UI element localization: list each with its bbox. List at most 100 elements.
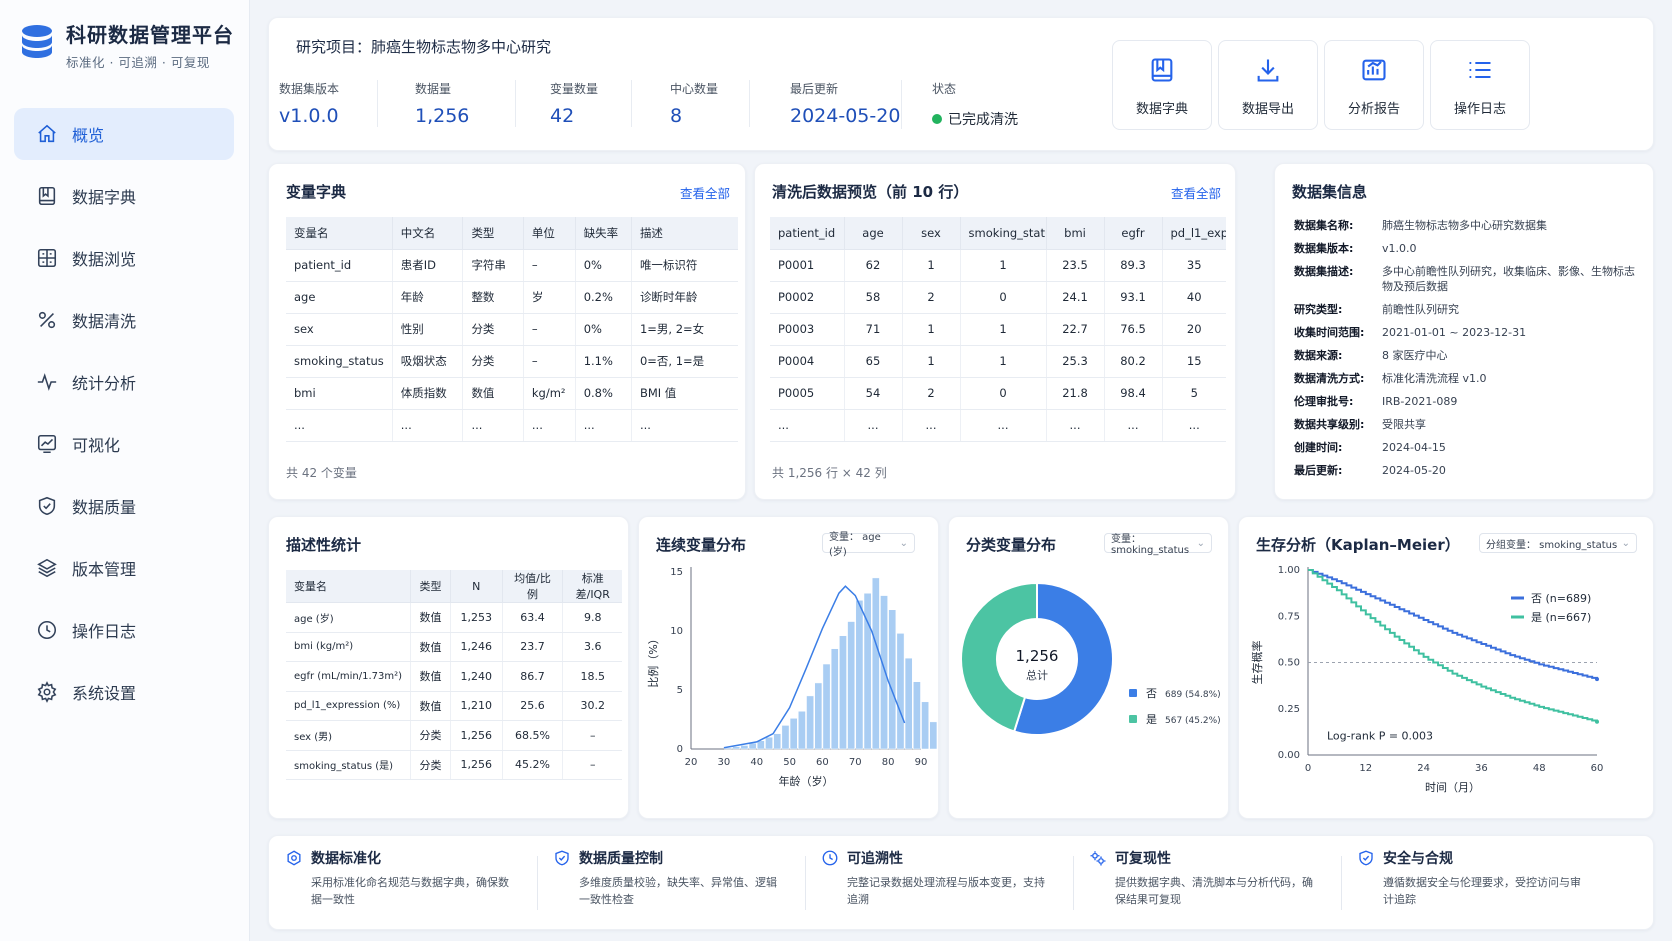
table-row[interactable]: P0005 54 2 0 21.8 98.4 5 [770,377,1226,410]
x-axis-label: 时间（月） [1425,781,1480,794]
table-row[interactable]: age 年龄 整数岁 0.2% 诊断时年龄 [286,281,738,314]
card-title: 数据集信息 [1292,183,1368,201]
donut-card: 分类变量分布 变量： smoking_status ⌄ 1,256 总计否 689 (… [948,516,1229,819]
table-row[interactable]: patient_id 患者ID 字符串 –0% 唯一标识符 [286,249,738,282]
table-cell: ... [902,409,961,442]
column-header[interactable]: 描述 [631,217,738,250]
metric-label: 中心数量 [670,82,719,96]
histogram-bar [756,740,765,750]
column-header[interactable]: age [844,217,903,250]
column-header[interactable]: bmi [1046,217,1105,250]
info-row: 收集时间范围: 2021-01-01 ~ 2023-12-31 [1294,325,1640,340]
table-row[interactable]: P0001 62 1 1 23.5 89.3 35 [770,249,1226,282]
table-cell: 字符串 [462,249,524,282]
column-header[interactable]: 变量名 [286,570,412,603]
column-header[interactable]: 中文名 [392,217,464,250]
column-header[interactable]: smoking_status [960,217,1047,250]
table-row[interactable]: sex 性别 分类 –0% 1=男, 2=女 [286,313,738,346]
variable-select[interactable]: 变量： smoking_status ⌄ [1104,533,1212,556]
column-header[interactable]: 类型 [462,217,524,250]
table-row[interactable]: P0002 58 2 0 24.1 93.1 40 [770,281,1226,314]
table-row[interactable]: P0003 71 1 1 22.7 76.5 20 [770,313,1226,346]
table-cell: 分类 [462,313,524,346]
chevron-down-icon: ⌄ [899,537,908,549]
sidebar-item-8[interactable]: 操作日志 [14,604,234,656]
info-key: 数据清洗方式: [1294,372,1365,385]
sidebar-item-3[interactable]: 数据清洗 [14,294,234,346]
table-cell: 1,256 [450,720,503,751]
table-cell: 分类 [410,720,451,751]
column-header[interactable]: 类型 [410,570,451,603]
action-button-1[interactable]: 数据导出 [1218,40,1318,130]
table-cell: 数值 [410,691,451,721]
column-header[interactable]: egfr [1104,217,1163,250]
sidebar-item-1[interactable]: 数据字典 [14,170,234,222]
table-row[interactable]: smoking_status 吸烟状态 分类 –1.1% 0=否, 1=是 [286,345,738,378]
table-cell: 整数 [462,281,524,314]
sidebar-item-label: 可视化 [72,436,121,455]
table-row[interactable]: egfr (mL/min/1.73m²) 数值 1,240 86.7 18.5 [286,661,622,692]
variable-select[interactable]: 变量： age (岁) ⌄ [822,532,915,558]
metric-centers: 中心数量 8 [631,80,718,127]
sidebar-item-2[interactable]: 数据浏览 [14,232,234,284]
table-row[interactable]: P0004 65 1 1 25.3 80.2 15 [770,345,1226,378]
histogram-bar [806,695,814,750]
sidebar-item-0[interactable]: 概览 [14,108,234,160]
sidebar-item-label: 数据清洗 [72,312,137,331]
table-row[interactable]: bmi 体质指数 数值 kg/m² 0.8% BMI 值 [286,377,738,410]
table-cell: 20 [1162,313,1226,346]
table-cell: sex (男) [286,720,412,751]
table-row[interactable]: .................. [286,409,738,442]
column-header[interactable]: 标准差/IQR [562,570,622,603]
view-all-link[interactable]: 查看全部 [1171,183,1221,202]
feature-title: 数据标准化 [311,851,381,867]
feature-desc: 遵循数据安全与伦理要求，受控访问与审计追踪 [1383,876,1581,906]
histogram-bar [765,736,773,750]
feature-desc: 采用标准化命名规范与数据字典，确保数据一致性 [311,876,509,906]
action-button-2[interactable]: 分析报告 [1324,40,1424,130]
column-header[interactable]: 变量名 [286,217,393,250]
sidebar-item-6[interactable]: 数据质量 [14,480,234,532]
action-button-0[interactable]: 数据字典 [1112,40,1212,130]
info-key: 创建时间: [1294,441,1343,454]
x-tick-label: 50 [783,757,796,768]
view-all-link[interactable]: 查看全部 [680,183,730,202]
table-cell: ... [770,409,845,442]
sidebar-item-9[interactable]: 系统设置 [14,666,234,718]
column-header[interactable]: sex [902,217,961,250]
table-cell: – [562,720,622,751]
table-row[interactable]: smoking_status (是) 分类 1,256 45.2% – [286,750,622,780]
divider [1341,856,1342,910]
table-row[interactable]: ..................... [770,409,1226,442]
table-cell: 89.3 [1104,249,1163,282]
table-cell: 分类 [410,750,451,780]
action-button-3[interactable]: 操作日志 [1430,40,1530,130]
table-row[interactable]: pd_l1_expression (%) 数值 1,210 25.6 30.2 [286,691,622,721]
table-cell: 唯一标识符 [631,249,738,282]
column-header[interactable]: 单位 [523,217,576,250]
chart-icon [37,434,57,454]
table-cell: 35 [1162,249,1226,282]
column-header[interactable]: N [450,570,503,603]
table-cell: 0 [960,377,1047,410]
table-row[interactable]: age (岁) 数值 1,253 63.4 9.8 [286,602,622,633]
sidebar-nav: 概览数据字典数据浏览数据清洗统计分析可视化数据质量版本管理操作日志系统设置 [14,108,234,728]
table-row[interactable]: sex (男) 分类 1,256 68.5% – [286,720,622,751]
sidebar-item-7[interactable]: 版本管理 [14,542,234,594]
histogram-chart: 20 30 40 50 60 70 80 90 0 5 10 15 年龄（岁） 比例（%） [646,567,938,788]
table-cell: 吸烟状态 [392,345,464,378]
clock-icon [37,620,57,640]
column-header[interactable]: 缺失率 [575,217,632,250]
sidebar-item-4[interactable]: 统计分析 [14,356,234,408]
column-header[interactable]: 均值/比例 [502,570,564,603]
table-row[interactable]: bmi (kg/m²) 数值 1,246 23.7 3.6 [286,632,622,662]
info-value: 2024-05-20 [1382,464,1446,477]
preview-table: patient_idagesexsmoking_statusbmiegfrpd_… [770,217,1226,442]
group-select[interactable]: 分组变量： smoking_status ⌄ [1479,533,1637,553]
table-cell: P0001 [770,249,845,282]
column-header[interactable]: patient_id [770,217,845,250]
column-header[interactable]: pd_l1_exp.. [1162,217,1226,250]
app-logo: 科研数据管理平台 标准化 · 可追溯 · 可复现 [18,22,234,71]
metric-label: 最后更新 [790,82,839,96]
sidebar-item-5[interactable]: 可视化 [14,418,234,470]
